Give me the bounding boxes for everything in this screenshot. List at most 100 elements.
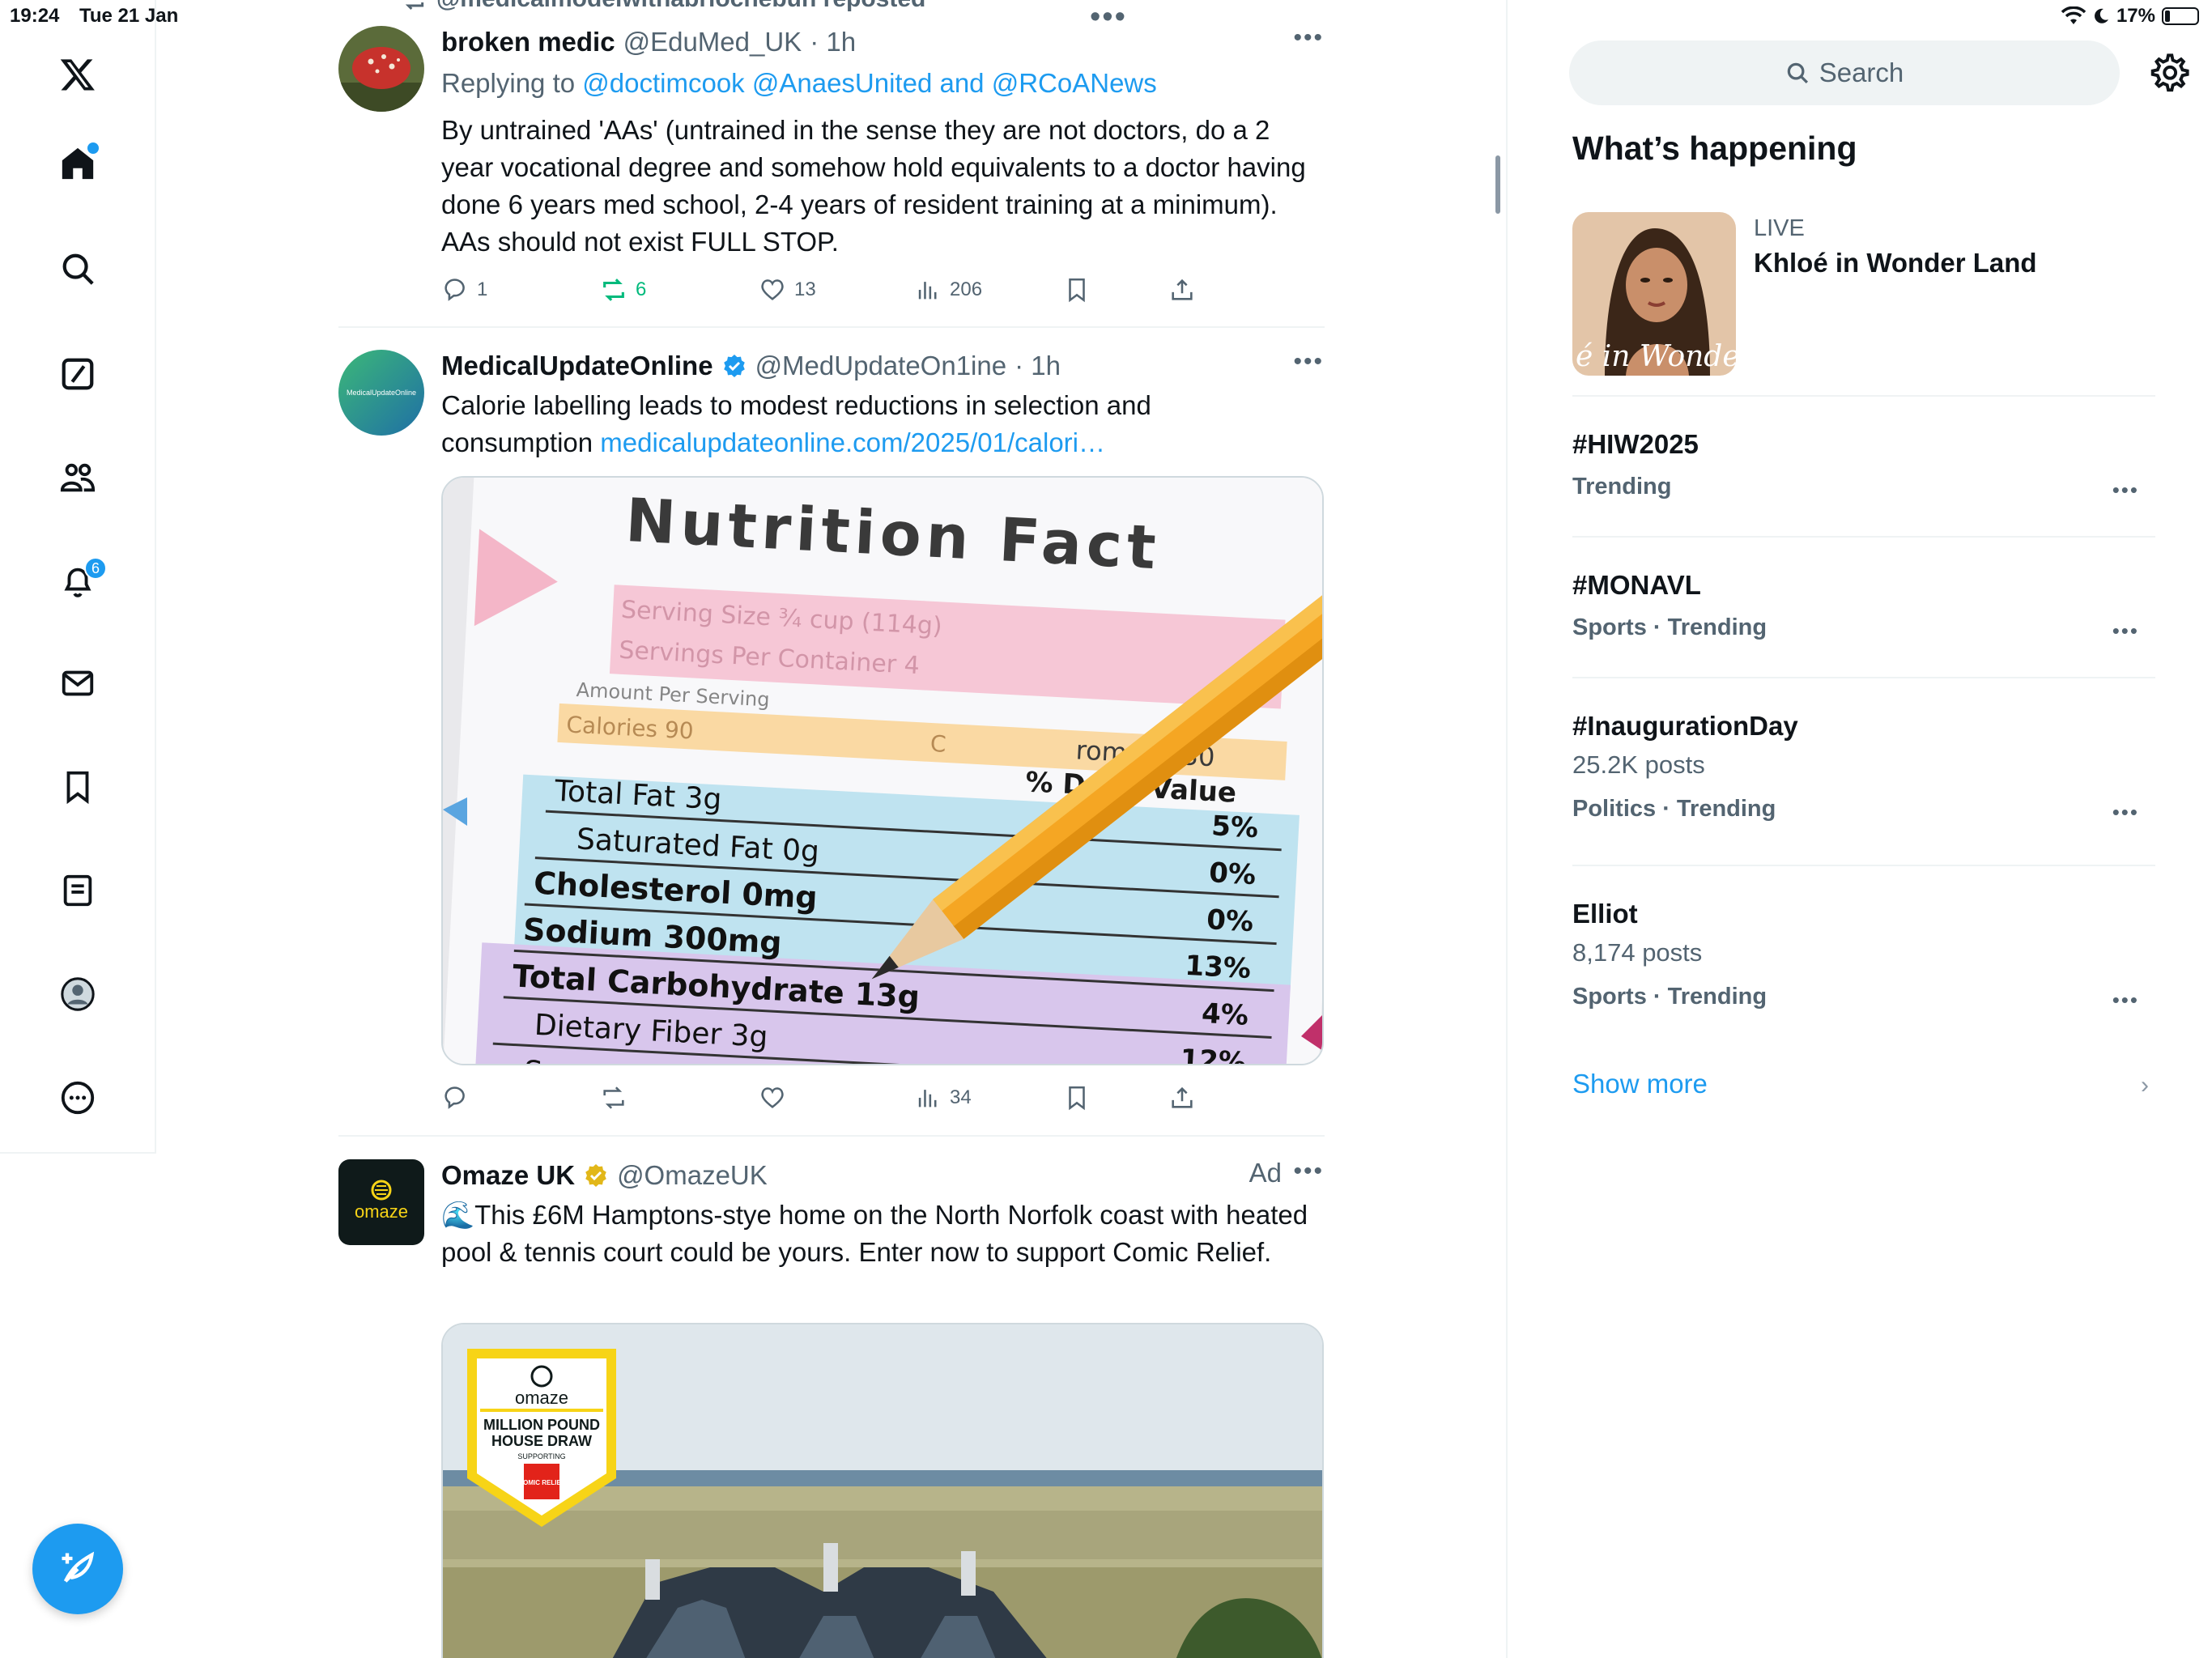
compose-post-button[interactable] [32, 1524, 123, 1614]
search-placeholder: Search [1819, 57, 1904, 87]
avatar[interactable] [338, 26, 424, 112]
bookmark-button[interactable] [1063, 1084, 1091, 1112]
avatar[interactable]: omaze [338, 1159, 424, 1245]
reply-button[interactable] [441, 1084, 477, 1112]
trend-name: #MONAVL [1572, 570, 1701, 600]
live-image-text: é in Wonder L [1576, 340, 1736, 373]
profile-avatar-icon [61, 977, 95, 1011]
trend-item[interactable]: #HIW2025 Trending ••• [1572, 426, 2155, 510]
bookmark-button[interactable] [1063, 276, 1091, 304]
label-row-daily-value: 4% [1201, 997, 1249, 1032]
trend-more-icon[interactable]: ••• [2112, 988, 2139, 1013]
live-title: Khloé in Wonder Land [1754, 248, 2037, 278]
views-chart-icon [918, 282, 937, 300]
trend-more-icon[interactable]: ••• [2112, 619, 2139, 644]
view-count: 34 [950, 1086, 972, 1108]
tweet-more-icon[interactable]: ••• [1293, 348, 1324, 376]
post-time: · 1h [1015, 351, 1061, 380]
nav-more[interactable] [45, 1065, 110, 1130]
reply-mentions[interactable]: @doctimcook @AnaesUnited and @RCoANews [582, 68, 1156, 98]
views-button[interactable]: 206 [914, 276, 982, 304]
nav-communities[interactable] [45, 445, 110, 510]
settings-gear-icon[interactable] [2147, 52, 2189, 94]
tweet-text: By untrained 'AAs' (untrained in the sen… [441, 115, 1306, 257]
like-count: 13 [794, 278, 816, 300]
search-input[interactable]: Search [1569, 40, 2120, 105]
nav-bookmarks[interactable] [45, 755, 110, 819]
display-name[interactable]: broken medic [441, 24, 615, 60]
tweet-more-icon[interactable]: ••• [1293, 1158, 1324, 1185]
tweet-divider [338, 326, 1325, 328]
trend-post-count: 25.2K posts [1572, 750, 1705, 779]
bookmark-icon [66, 771, 89, 805]
reply-count: 1 [477, 278, 488, 300]
feather-plus-icon [62, 1551, 95, 1583]
nav-explore[interactable] [45, 236, 110, 301]
tweet-actions: 34 [441, 1080, 1251, 1116]
nav-lists[interactable] [45, 858, 110, 923]
more-circle-icon [61, 1081, 95, 1115]
nav-home[interactable] [45, 131, 110, 196]
avatar[interactable]: MedicalUpdateOnline [338, 350, 424, 436]
nav-notifications[interactable]: 6 [45, 549, 110, 614]
user-handle[interactable]: @MedUpdateOn1ine [755, 348, 1007, 384]
list-icon [63, 874, 92, 907]
like-button[interactable] [759, 1084, 794, 1112]
view-count: 206 [950, 278, 983, 300]
live-event-card[interactable]: é in Wonder L LIVE Khloé in Wonder Land [1572, 212, 2155, 378]
heart-icon [761, 1087, 784, 1108]
trend-item[interactable]: Elliot 8,174 posts Sports · Trending ••• [1572, 895, 2155, 1020]
tweet-text: 🌊This £6M Hamptons-stye home on the Nort… [441, 1200, 1308, 1267]
nav-messages[interactable] [45, 651, 110, 716]
tweet-more-icon[interactable]: ••• [1293, 24, 1324, 52]
bookmark-icon [1069, 278, 1085, 303]
user-handle[interactable]: @OmazeUK [617, 1158, 768, 1193]
tweet-image-house[interactable]: omaze MILLION POUND HOUSE DRAW SUPPORTIN… [441, 1323, 1324, 1658]
heart-icon [761, 279, 784, 300]
show-more-link[interactable]: Show more [1572, 1069, 1708, 1099]
share-button[interactable] [1168, 1084, 1196, 1112]
label-row-daily-value: 0% [1208, 857, 1257, 891]
display-name[interactable]: Omaze UK [441, 1158, 575, 1193]
tweet-link[interactable]: medicalupdateonline.com/2025/01/calori… [600, 427, 1105, 457]
repost-button[interactable] [600, 1084, 636, 1112]
trend-item[interactable]: #MONAVL Sports · Trending ••• [1572, 567, 2155, 651]
badge-brand: omaze [515, 1388, 568, 1408]
avatar-wordmark: omaze [355, 1201, 408, 1222]
views-button[interactable]: 34 [914, 1084, 972, 1112]
repost-icon [405, 2, 424, 11]
like-button[interactable]: 13 [759, 276, 816, 304]
reply-icon [445, 278, 465, 301]
badge-line2: HOUSE DRAW [491, 1433, 592, 1449]
label-from-fat-partial: C [929, 730, 946, 758]
x-logo-icon[interactable] [45, 42, 110, 107]
avatar-wordmark: MedicalUpdateOnline [347, 389, 416, 397]
nav-profile[interactable] [45, 962, 110, 1027]
repost-icon [603, 278, 624, 301]
repost-button[interactable]: 6 [600, 276, 646, 304]
grok-icon [62, 358, 94, 390]
share-button[interactable] [1168, 276, 1196, 304]
tweet-medicalupdateonline[interactable]: MedicalUpdateOnline MedicalUpdateOnline … [338, 348, 1325, 1125]
nav-grok[interactable] [45, 342, 110, 406]
scrollbar-thumb[interactable] [1495, 155, 1500, 214]
tweet-image-nutrition-label[interactable]: Nutrition Fact Serving Size ¾ cup (114g)… [441, 476, 1324, 1065]
tweet-omaze-ad[interactable]: omaze Omaze UK @OmazeUK Ad ••• 🌊This £6M… [338, 1158, 1325, 1658]
tweet-text: Calorie labelling leads to modest reduct… [441, 387, 1300, 461]
reply-button[interactable]: 1 [441, 276, 487, 304]
user-handle[interactable]: @EduMed_UK [623, 24, 802, 60]
bookmark-icon [1069, 1086, 1085, 1111]
search-icon [1787, 62, 1808, 84]
trend-divider [1572, 395, 2155, 397]
display-name[interactable]: MedicalUpdateOnline [441, 348, 713, 384]
search-icon [62, 253, 94, 285]
trend-name: #InaugurationDay [1572, 711, 1798, 741]
verified-badge-icon [723, 355, 745, 377]
badge-line1: MILLION POUND [483, 1417, 600, 1433]
trend-more-icon[interactable]: ••• [2112, 478, 2139, 503]
notifications-badge: 6 [84, 557, 107, 580]
trend-more-icon[interactable]: ••• [2112, 800, 2139, 825]
trend-item[interactable]: #InaugurationDay 25.2K posts Politics · … [1572, 708, 2155, 832]
tweet-broken-medic[interactable]: broken medic @EduMed_UK · 1h ••• Replyin… [338, 24, 1325, 316]
envelope-icon [62, 670, 94, 696]
